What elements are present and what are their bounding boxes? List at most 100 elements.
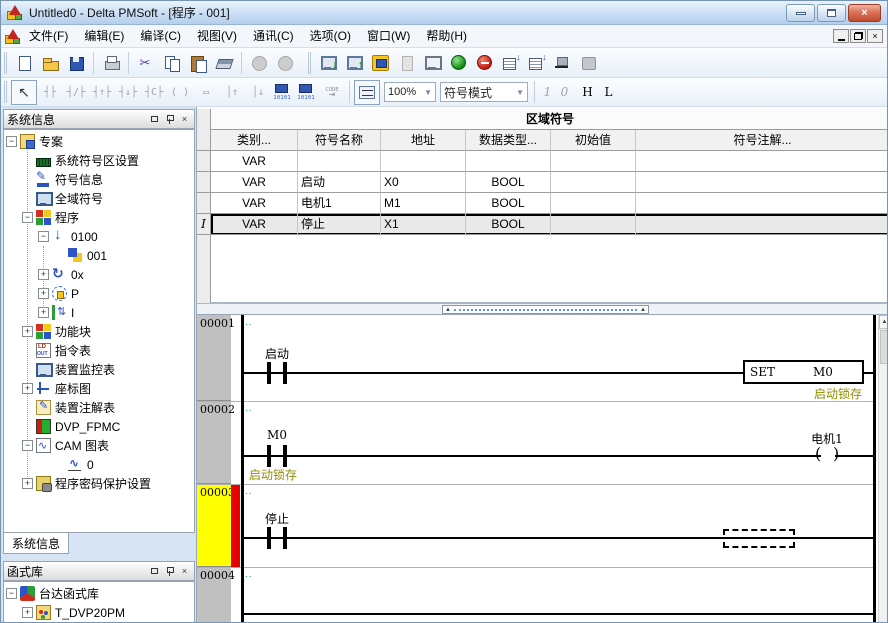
- table-row[interactable]: VAR 电机1 M1 BOOL: [211, 193, 888, 214]
- stop-button[interactable]: [471, 50, 497, 75]
- expand-icon[interactable]: +: [22, 383, 33, 394]
- network-number[interactable]: 00002: [197, 401, 231, 484]
- download-program-button[interactable]: ↓: [315, 50, 341, 75]
- cell-comment[interactable]: [636, 214, 888, 235]
- scrollbar-thumb[interactable]: [880, 330, 888, 364]
- panel-float-button[interactable]: [148, 113, 161, 125]
- col-header-symbol-name[interactable]: 符号名称: [298, 130, 381, 151]
- child-minimize-button[interactable]: [833, 29, 849, 43]
- cell-class[interactable]: VAR: [211, 193, 298, 214]
- table-row[interactable]: VAR 启动 X0 BOOL: [211, 172, 888, 193]
- output-coil-button[interactable]: ( ): [167, 80, 193, 105]
- minimize-button[interactable]: [786, 4, 815, 22]
- panel-pin-button[interactable]: [163, 565, 176, 577]
- expand-icon[interactable]: +: [22, 478, 33, 489]
- ladder-mode-button[interactable]: 10101: [295, 80, 319, 105]
- menu-options[interactable]: 选项(O): [302, 25, 359, 47]
- cell-class[interactable]: VAR: [211, 214, 298, 235]
- set-instruction-box[interactable]: SET M0: [743, 360, 864, 384]
- tree-item-t-dvp20pm[interactable]: + T_DVP20PM: [4, 603, 194, 622]
- cell-symbol-name[interactable]: 电机1: [298, 193, 381, 214]
- import-button[interactable]: [393, 50, 419, 75]
- ladder-editor[interactable]: 00001 00002 00003 00004 .. .. .. .. 启动 S…: [197, 315, 888, 623]
- tree-item-cam-chart[interactable]: − CAM 图表: [4, 436, 194, 455]
- tree-item-device-comment-table[interactable]: 装置注解表: [4, 398, 194, 417]
- contact-bar[interactable]: [267, 445, 271, 467]
- tree-item-function-block[interactable]: + 功能块: [4, 322, 194, 341]
- tree-item-global-symbols[interactable]: 全域符号: [4, 189, 194, 208]
- child-close-button[interactable]: ×: [867, 29, 883, 43]
- contact-bar[interactable]: [283, 445, 287, 467]
- nc-contact-button[interactable]: ┤/├: [63, 80, 89, 105]
- col-header-class[interactable]: 类别...: [211, 130, 298, 151]
- document-icon[interactable]: [5, 29, 21, 44]
- save-button[interactable]: [63, 50, 89, 75]
- contact-bar[interactable]: [283, 527, 287, 549]
- menu-help[interactable]: 帮助(H): [418, 25, 475, 47]
- tree-item-network-001[interactable]: 001: [4, 246, 194, 265]
- close-button[interactable]: ×: [848, 4, 881, 22]
- panel-close-button[interactable]: ×: [178, 113, 191, 125]
- collapse-icon[interactable]: −: [6, 588, 17, 599]
- select-pointer-button[interactable]: ↖: [11, 80, 37, 105]
- vertical-scrollbar[interactable]: ▲: [878, 315, 888, 623]
- tree-item-device-monitor-table[interactable]: 装置监控表: [4, 360, 194, 379]
- table-row-selected[interactable]: VAR 停止 X1 BOOL: [211, 214, 888, 235]
- tree-item-interrupt[interactable]: + I: [4, 303, 194, 322]
- tree-item-symbol-info[interactable]: 符号信息: [4, 170, 194, 189]
- expand-icon[interactable]: +: [38, 288, 49, 299]
- collapse-icon[interactable]: −: [6, 136, 17, 147]
- cell-data-type[interactable]: BOOL: [466, 172, 551, 193]
- contact-bar[interactable]: [267, 527, 271, 549]
- menu-communication[interactable]: 通讯(C): [245, 25, 302, 47]
- toolbar-grip[interactable]: [308, 52, 313, 74]
- cell-address[interactable]: X1: [381, 214, 466, 235]
- copy-button[interactable]: [159, 50, 185, 75]
- print-button[interactable]: [98, 50, 124, 75]
- cell-class[interactable]: VAR: [211, 151, 298, 172]
- network-number[interactable]: 00004: [197, 567, 231, 623]
- tree-item-delta-library[interactable]: − 台达函式库: [4, 584, 194, 603]
- online-edit-button[interactable]: [367, 50, 393, 75]
- row-gutter[interactable]: [197, 151, 211, 172]
- child-restore-button[interactable]: [850, 29, 866, 43]
- tree-item-program[interactable]: − 程序: [4, 208, 194, 227]
- cell-class[interactable]: VAR: [211, 172, 298, 193]
- ladder-view-button[interactable]: [354, 80, 380, 105]
- tree-item-password-protect[interactable]: + 程序密码保护设置: [4, 474, 194, 493]
- vertical-line-up-button[interactable]: │↑: [219, 80, 245, 105]
- expand-icon[interactable]: +: [22, 326, 33, 337]
- table-row[interactable]: VAR: [211, 151, 888, 172]
- panel-pin-button[interactable]: [163, 113, 176, 125]
- zoom-select[interactable]: 100%▼: [384, 82, 436, 102]
- compare-contact-button[interactable]: ┤C├: [141, 80, 167, 105]
- menu-edit[interactable]: 编辑(E): [76, 25, 132, 47]
- cell-initial-value[interactable]: [551, 151, 636, 172]
- tab-system-info[interactable]: 系统信息: [3, 533, 69, 554]
- code-convert-button[interactable]: CODE⇥: [319, 80, 345, 105]
- tree-item-ox[interactable]: + 0x: [4, 265, 194, 284]
- cell-symbol-name[interactable]: 停止: [298, 214, 381, 235]
- network-number[interactable]: 00001: [197, 315, 231, 401]
- cell-comment[interactable]: [636, 193, 888, 214]
- menu-window[interactable]: 窗口(W): [359, 25, 418, 47]
- expand-icon[interactable]: +: [22, 607, 33, 618]
- contact-bar[interactable]: [283, 362, 287, 384]
- cell-data-type[interactable]: [466, 151, 551, 172]
- cell-data-type[interactable]: BOOL: [466, 193, 551, 214]
- tree-item-instruction-list[interactable]: 指令表: [4, 341, 194, 360]
- maximize-button[interactable]: [817, 4, 846, 22]
- col-header-data-type[interactable]: 数据类型...: [466, 130, 551, 151]
- row-gutter[interactable]: [197, 172, 211, 193]
- tree-item-o100[interactable]: − 0100: [4, 227, 194, 246]
- toolbar-grip[interactable]: [4, 52, 9, 74]
- edit-bit-register-button[interactable]: [523, 50, 549, 75]
- scroll-up-icon[interactable]: ▲: [879, 315, 888, 329]
- vertical-line-down-button[interactable]: │↓: [245, 80, 271, 105]
- edit-cursor[interactable]: [723, 529, 795, 548]
- erase-button[interactable]: [211, 50, 237, 75]
- display-mode-select[interactable]: 符号模式▼: [440, 82, 528, 102]
- cell-symbol-name[interactable]: [298, 151, 381, 172]
- menu-compile[interactable]: 编译(C): [132, 25, 189, 47]
- undo-button[interactable]: [246, 50, 272, 75]
